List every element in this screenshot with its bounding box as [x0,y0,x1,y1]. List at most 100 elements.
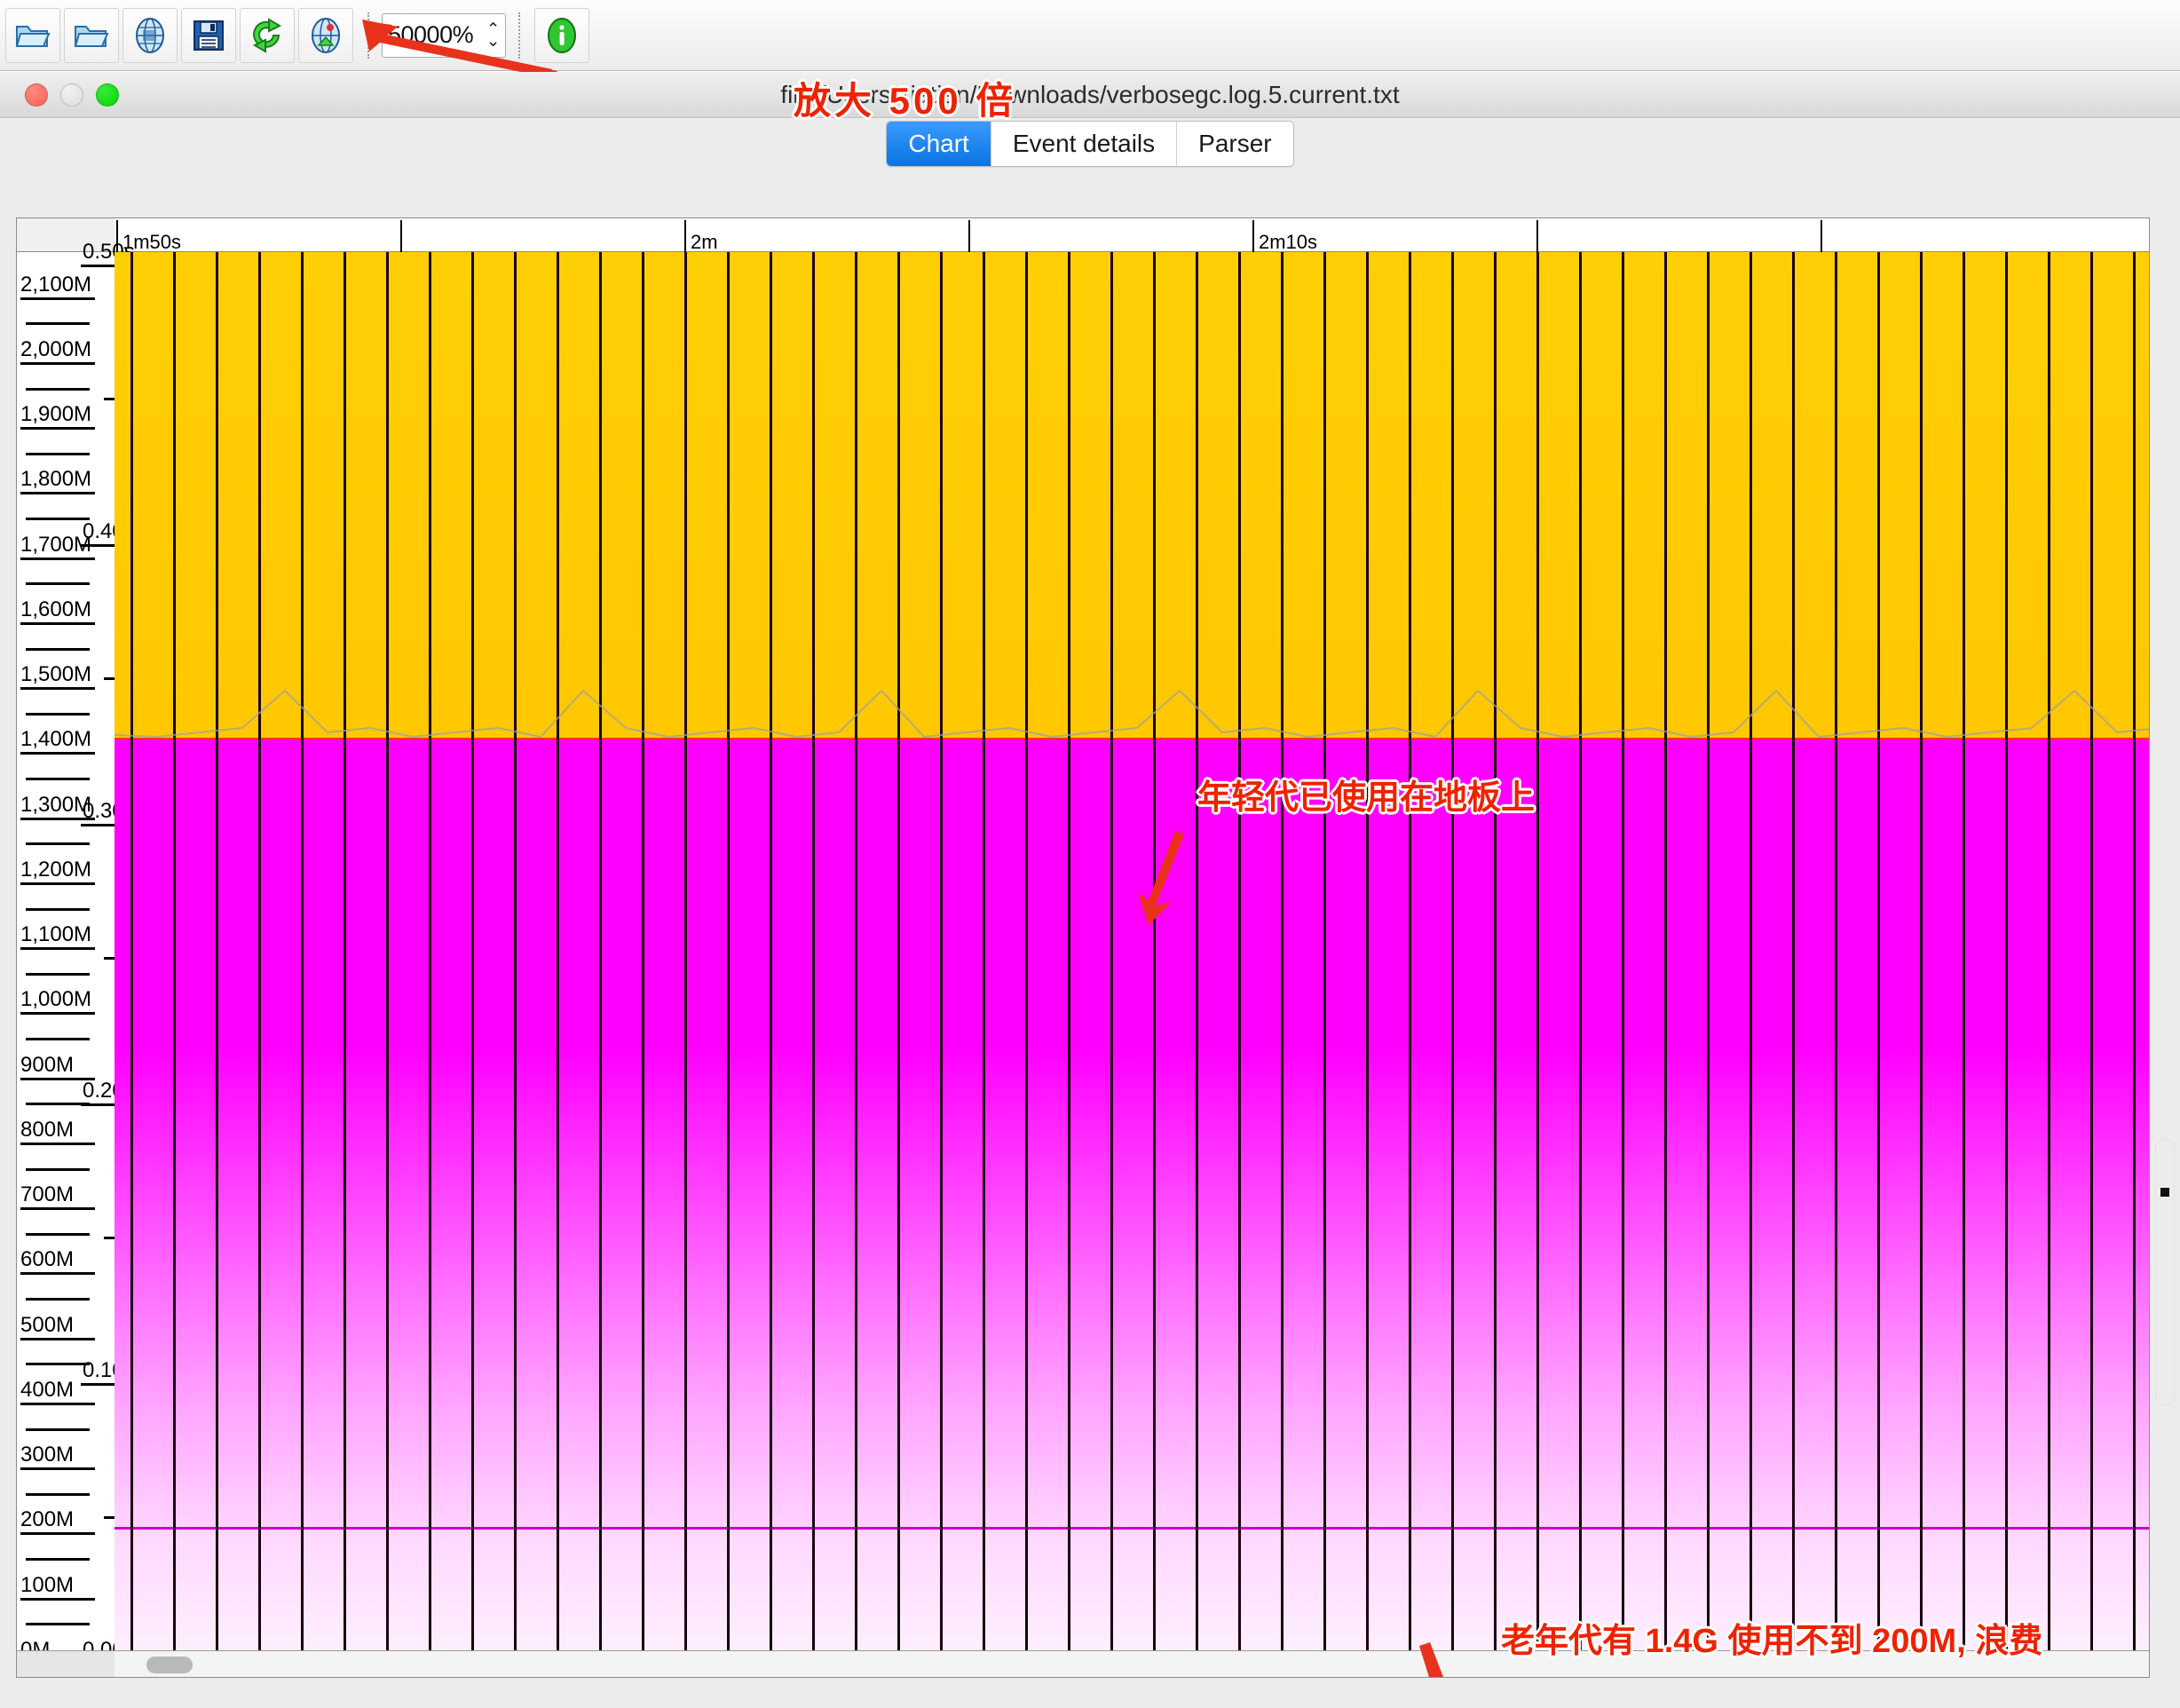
main-toolbar: 50000% ⌃ ⌄ [0,0,2180,71]
x-axis: 1m50s 2m 2m10s [17,218,2149,253]
gc-event-line [557,252,559,1650]
tab-chart[interactable]: Chart [887,122,991,166]
y-axis-tick-major [20,427,95,431]
y-axis-tick-minor [26,1427,90,1431]
y-axis-tick-major [20,1337,95,1340]
tab-bar: Chart Event details Parser [0,118,2180,170]
y-axis-label: 1,000M [20,987,92,1012]
y-axis-label: 200M [20,1507,75,1532]
gc-event-line [1025,252,1028,1650]
gc-chart[interactable]: 1m50s 2m 2m10s 0M100M200M300M400M500M600… [16,217,2150,1678]
gc-event-line [2048,252,2050,1650]
gc-event-line [514,252,517,1650]
gc-event-line [1536,252,1539,1650]
y-axis-label: 1,400M [20,727,92,752]
zoom-value[interactable]: 50000% [388,21,486,49]
vertical-scrollbar-thumb[interactable] [2155,1139,2175,1405]
tab-parser[interactable]: Parser [1177,122,1293,166]
y-axis-tick-minor [26,518,90,521]
info-button[interactable] [534,7,589,63]
y-axis-label: 1,100M [20,922,92,947]
y-axis-tick-minor [26,1363,90,1366]
open-folder-icon [15,25,51,47]
y-axis-tick-major [20,687,95,691]
y-axis-tick-minor [26,1232,90,1236]
gc-event-line [1238,252,1241,1650]
gc-event-line [429,252,431,1650]
x-axis-tick-2: 2m [684,220,718,253]
gc-event-line [1835,252,1837,1650]
y-axis-label: 2,100M [20,272,92,297]
open-folder-button[interactable] [5,7,60,63]
y-axis-tick-minor [26,712,90,716]
globe-marker-icon [312,17,340,53]
web-button[interactable] [298,7,353,63]
y-axis-label: 1,500M [20,662,92,687]
app-window: file:/Users/xiatian/Downloads/verbosegc.… [0,72,2180,1708]
gc-event-line [1920,252,1923,1650]
gc-event-line [684,252,687,1650]
y-axis-label: 2,000M [20,336,92,361]
gc-event-line [1963,252,1965,1650]
gc-event-line [940,252,943,1650]
y-axis-tick-minor [26,1623,90,1626]
gc-event-line [599,252,602,1650]
gc-event-line [386,252,389,1650]
y-axis-group: 0M100M200M300M400M500M600M700M800M900M1,… [17,240,170,1665]
open-folder-2-button[interactable] [64,7,119,63]
stepper-down-icon[interactable]: ⌄ [486,33,501,50]
gc-event-line [258,252,261,1650]
y-axis-tick-minor [26,778,90,781]
x-axis-track [115,218,2149,251]
window-title: file:/Users/xiatian/Downloads/verbosegc.… [780,80,1400,108]
y-axis-tick-major [20,621,95,625]
gc-event-line [471,252,474,1650]
y-axis-tick-minor [26,1558,90,1562]
gc-event-line [1196,252,1198,1650]
y-axis-tick-minor [26,972,90,976]
save-floppy-icon [194,20,224,51]
gc-event-line [1622,252,1624,1650]
chart-vertical-scrollbar[interactable] [2150,225,2180,1680]
y-axis-tick-minor [26,647,90,651]
old-gen-annotation-arrow-icon [1419,1642,1443,1677]
y-axis-tick-major [20,752,95,755]
globe-open-icon [136,17,164,53]
x-axis-label-2: 2m10s [1259,231,1318,253]
old-gen-annotation: 老年代有 1.4G 使用不到 200M, 浪费 [1501,1623,2043,1660]
y-axis-tick-minor [26,1298,90,1301]
y-axis-tick-major [20,1012,95,1016]
gc-event-line [812,252,815,1650]
y-axis-tick-minor [26,322,90,326]
gc-event-line [216,252,218,1650]
open-folder-2-icon [74,25,109,47]
scrollbar-corner [17,1651,115,1677]
gc-event-line [1366,252,1369,1650]
zoom-stepper[interactable]: 50000% ⌃ ⌄ [382,12,506,58]
young-gen-annotation: 年轻代已使用在地板上 [1197,779,1536,817]
gc-event-line [1409,252,1411,1650]
gc-event-line [344,252,346,1650]
save-button[interactable] [181,7,236,63]
x-axis-tick-1 [400,220,402,252]
horizontal-scrollbar-thumb[interactable] [146,1657,193,1673]
gc-event-line [1877,252,1880,1650]
y-axis-tick-major [20,297,95,300]
y-axis-tick-minor [26,907,90,911]
tab-event-details[interactable]: Event details [991,122,1178,166]
open-url-button[interactable] [122,7,178,63]
y-axis-tick-minor [26,842,90,846]
y-axis-label: 600M [20,1247,75,1272]
gc-event-line [2133,252,2136,1650]
refresh-icon [252,17,282,53]
y-axis-label: 1,200M [20,857,92,882]
tab-group: Chart Event details Parser [886,121,1294,167]
gc-event-line [301,252,304,1650]
info-icon [548,17,576,53]
window-titlebar: file:/Users/xiatian/Downloads/verbosegc.… [0,72,2180,118]
refresh-button[interactable] [240,7,295,63]
zoom-stepper-arrows[interactable]: ⌃ ⌄ [486,21,501,50]
y-axis-label: 900M [20,1052,75,1077]
plot-area[interactable] [115,252,2149,1650]
y-axis-tick-major [20,557,95,560]
